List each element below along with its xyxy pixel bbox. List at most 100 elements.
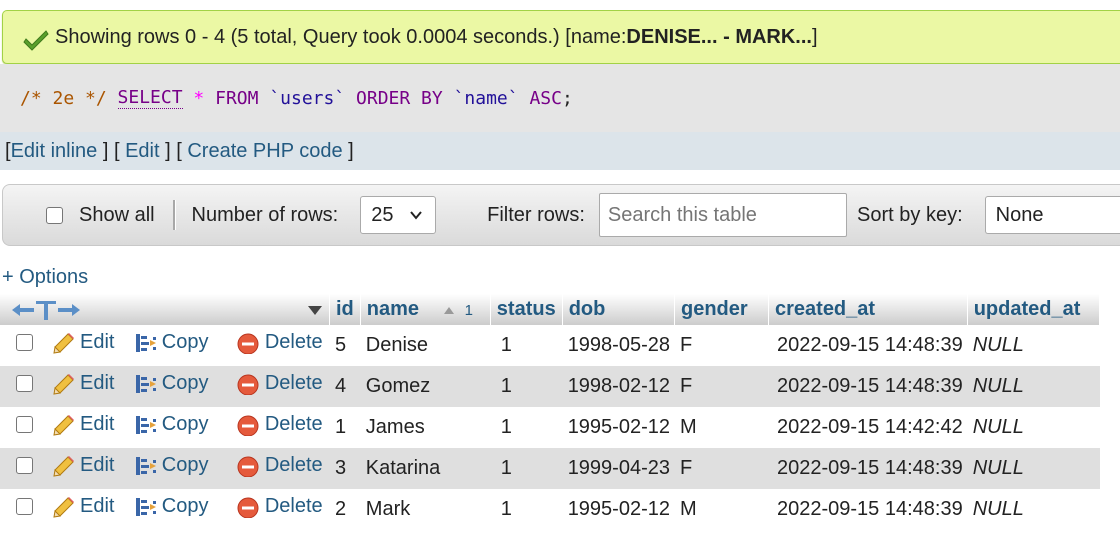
row-delete-button[interactable]: Delete xyxy=(237,454,323,477)
row-edit-label: Edit xyxy=(80,413,115,436)
row-copy-button[interactable]: Copy xyxy=(134,495,209,518)
cell-value-gender: F xyxy=(680,375,693,397)
column-gender-label[interactable]: gender xyxy=(681,298,748,320)
row-copy-button[interactable]: Copy xyxy=(134,413,208,436)
cell-value-status: 1 xyxy=(500,334,512,356)
check-icon xyxy=(23,30,49,51)
column-header-status[interactable]: status xyxy=(490,294,563,325)
cell-gender: F xyxy=(675,448,769,489)
num-rows-select[interactable]: 25 xyxy=(360,196,437,234)
num-rows-label: Number of rows: xyxy=(191,203,339,226)
table-row: Edit Copy Delete xyxy=(0,489,1100,530)
cell-value-dob: 1998-02-12 xyxy=(567,375,670,397)
row-edit-button[interactable]: Edit xyxy=(52,372,114,395)
show-all-checkbox[interactable] xyxy=(46,206,63,224)
row-delete-button[interactable]: Delete xyxy=(237,331,323,354)
cell-value-id: 3 xyxy=(335,457,347,479)
table-row: Edit Copy Delete xyxy=(0,407,1100,448)
cell-dob: 1995-02-12 xyxy=(562,489,675,530)
cell-dob: 1998-05-28 xyxy=(562,325,675,366)
column-created-at-label[interactable]: created_at xyxy=(775,298,875,320)
column-resize-arrows-icon[interactable] xyxy=(10,298,82,322)
sort-by-key-select[interactable]: None xyxy=(984,196,1120,234)
edit-inline-link[interactable]: Edit inline xyxy=(11,140,98,163)
column-name-label[interactable]: name xyxy=(367,298,419,320)
row-checkbox[interactable] xyxy=(16,416,33,433)
row-copy-cell: Copy xyxy=(128,489,223,530)
row-copy-button[interactable]: Copy xyxy=(134,454,208,477)
row-checkbox[interactable] xyxy=(16,498,33,515)
table-row: Edit Copy Delete xyxy=(0,366,1100,407)
column-updated-at-label[interactable]: updated_at xyxy=(974,298,1081,320)
cell-created-at: 2022-09-15 14:48:39 xyxy=(769,489,968,530)
cell-value-name: Gomez xyxy=(365,375,431,397)
cell-dob: 1995-02-12 xyxy=(562,407,675,448)
sql-star: * xyxy=(193,87,205,109)
row-copy-cell: Copy xyxy=(128,366,223,407)
column-header-name[interactable]: name 1 xyxy=(360,294,491,325)
cell-value-created-at: 2022-09-15 14:42:42 xyxy=(777,416,963,438)
column-id-label[interactable]: id xyxy=(336,298,354,320)
row-copy-label: Copy xyxy=(161,495,209,518)
row-delete-label: Delete xyxy=(264,495,323,518)
row-edit-label: Edit xyxy=(80,372,115,395)
columns-dropdown-icon[interactable] xyxy=(307,304,323,316)
column-header-created-at[interactable]: created_at xyxy=(769,294,968,325)
column-status-label[interactable]: status xyxy=(497,298,556,320)
row-delete-button[interactable]: Delete xyxy=(237,413,323,436)
cell-value-dob: 1995-02-12 xyxy=(567,498,670,520)
options-link[interactable]: + Options xyxy=(2,266,88,289)
cell-value-updated-at: NULL xyxy=(972,498,1024,520)
cell-value-status: 1 xyxy=(500,416,512,438)
row-delete-label: Delete xyxy=(264,331,323,354)
row-edit-button[interactable]: Edit xyxy=(52,331,114,354)
cell-value-gender: M xyxy=(680,416,697,438)
sort-ascending-icon xyxy=(443,307,454,314)
row-checkbox[interactable] xyxy=(16,375,33,392)
sql-select-keyword[interactable]: SELECT xyxy=(117,87,183,109)
row-edit-label: Edit xyxy=(80,331,115,354)
show-all-control[interactable]: Show all xyxy=(46,204,155,227)
column-header-id[interactable]: id xyxy=(330,294,361,325)
filter-rows-input[interactable]: Search this table xyxy=(598,193,848,237)
cell-status: 1 xyxy=(490,489,563,530)
row-edit-label: Edit xyxy=(80,495,115,518)
cell-value-dob: 1999-04-23 xyxy=(567,457,670,479)
cell-name: Denise xyxy=(360,325,491,366)
bracket: ] [ xyxy=(159,139,188,162)
cell-value-id: 5 xyxy=(335,334,347,356)
column-header-dob[interactable]: dob xyxy=(562,294,675,325)
edit-query-link[interactable]: Edit xyxy=(125,140,159,163)
row-copy-button[interactable]: Copy xyxy=(134,372,208,395)
table-row: Edit Copy Delete xyxy=(0,325,1100,366)
row-edit-button[interactable]: Edit xyxy=(52,413,114,436)
row-edit-button[interactable]: Edit xyxy=(52,495,114,518)
row-checkbox[interactable] xyxy=(16,457,33,474)
row-copy-button[interactable]: Copy xyxy=(134,331,208,354)
column-header-gender[interactable]: gender xyxy=(675,294,769,325)
delete-icon xyxy=(237,456,259,477)
row-delete-button[interactable]: Delete xyxy=(237,372,323,395)
row-checkbox[interactable] xyxy=(16,334,33,351)
cell-value-name: Katarina xyxy=(365,457,441,479)
bracket: ] [ xyxy=(97,139,126,162)
pencil-icon xyxy=(53,496,75,518)
row-edit-button[interactable]: Edit xyxy=(52,454,114,477)
row-copy-cell: Copy xyxy=(128,407,223,448)
cell-value-id: 4 xyxy=(335,375,347,397)
cell-value-name: Mark xyxy=(365,498,411,520)
row-edit-label: Edit xyxy=(80,454,115,477)
column-header-updated-at[interactable]: updated_at xyxy=(967,294,1100,325)
row-delete-cell: Delete xyxy=(222,325,330,366)
row-delete-label: Delete xyxy=(264,413,323,436)
row-delete-button[interactable]: Delete xyxy=(237,495,323,518)
cell-id: 2 xyxy=(330,489,361,530)
cell-updated-at: NULL xyxy=(967,407,1100,448)
filter-rows-label: Filter rows: xyxy=(487,203,585,226)
column-dob-label[interactable]: dob xyxy=(569,298,606,320)
create-php-code-link[interactable]: Create PHP code xyxy=(187,140,342,163)
row-edit-cell: Edit xyxy=(47,489,129,530)
pencil-icon xyxy=(53,455,75,477)
cell-value-gender: M xyxy=(680,498,697,520)
sql-links-bar: [ Edit inline ] [ Edit ] [ Create PHP co… xyxy=(0,132,1120,170)
